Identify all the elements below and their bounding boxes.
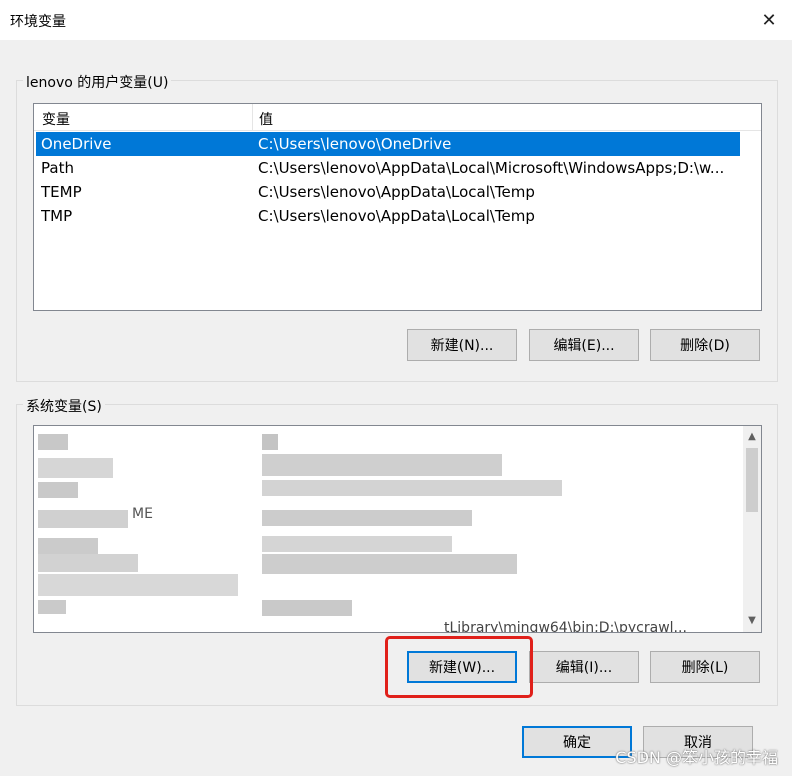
user-delete-button[interactable]: 删除(D) (650, 329, 760, 361)
blurred-content (262, 536, 452, 552)
row-variable-name: OneDrive (41, 135, 112, 153)
watermark: CSDN @笨小孩的幸福 (615, 748, 778, 767)
table-row[interactable]: OneDrive C:\Users\lenovo\OneDrive (36, 132, 740, 156)
blurred-content (262, 454, 502, 476)
table-row[interactable]: TMP C:\Users\lenovo\AppData\Local\Temp (36, 204, 740, 228)
blurred-content (262, 554, 517, 574)
blurred-content (262, 480, 562, 496)
column-separator[interactable] (252, 104, 253, 130)
user-variables-label: lenovo 的用户变量(U) (23, 72, 172, 92)
row-variable-value: C:\Users\lenovo\OneDrive (258, 135, 452, 153)
window-title: 环境变量 (10, 14, 66, 30)
blurred-content (38, 434, 68, 450)
row-variable-name: Path (41, 159, 74, 177)
row-variable-value: C:\Users\lenovo\AppData\Local\Temp (258, 207, 535, 225)
row-variable-value: C:\Users\lenovo\AppData\Local\Microsoft\… (258, 159, 725, 177)
user-variables-list[interactable]: 变量 值 OneDrive C:\Users\lenovo\OneDrive P… (33, 103, 762, 311)
row-variable-name: TMP (41, 207, 73, 225)
blurred-content (38, 554, 138, 572)
system-edit-button[interactable]: 编辑(I)... (529, 651, 639, 683)
scroll-up-icon[interactable]: ▲ (743, 428, 761, 446)
row-variable-name: TEMP (41, 183, 82, 201)
row-variable-value: C:\Users\lenovo\AppData\Local\Temp (258, 183, 535, 201)
user-variables-header: 变量 值 (34, 104, 761, 131)
user-edit-button[interactable]: 编辑(E)... (529, 329, 639, 361)
partial-variable-text: ME (132, 506, 153, 522)
blurred-content (38, 482, 78, 498)
blurred-content (38, 538, 98, 554)
column-header-value[interactable]: 值 (259, 109, 273, 129)
close-icon[interactable]: ✕ (746, 0, 792, 40)
table-row[interactable]: Path C:\Users\lenovo\AppData\Local\Micro… (36, 156, 740, 180)
user-new-button[interactable]: 新建(N)... (407, 329, 517, 361)
system-variables-label: 系统变量(S) (23, 396, 105, 416)
scrollbar-thumb[interactable] (746, 448, 758, 512)
scroll-down-icon[interactable]: ▼ (743, 612, 761, 630)
table-row[interactable]: TEMP C:\Users\lenovo\AppData\Local\Temp (36, 180, 740, 204)
column-header-variable[interactable]: 变量 (42, 109, 70, 129)
blurred-content (262, 510, 472, 526)
blurred-content (38, 458, 113, 478)
blurred-content (262, 600, 352, 616)
annotation-highlight-box (385, 636, 533, 698)
title-bar: 环境变量 ✕ (0, 0, 792, 40)
blurred-content (38, 574, 238, 596)
system-variables-scrollbar[interactable]: ▲ ▼ (743, 426, 761, 632)
blurred-content (38, 600, 66, 614)
system-variables-list[interactable]: ME tLibrary\mingw64\bin;D:\pycrawl... ▲ … (33, 425, 762, 633)
close-glyph: ✕ (761, 9, 777, 31)
partial-variable-value: tLibrary\mingw64\bin;D:\pycrawl... (444, 620, 687, 633)
system-delete-button[interactable]: 删除(L) (650, 651, 760, 683)
blurred-content (38, 510, 128, 528)
blurred-content (262, 434, 278, 450)
